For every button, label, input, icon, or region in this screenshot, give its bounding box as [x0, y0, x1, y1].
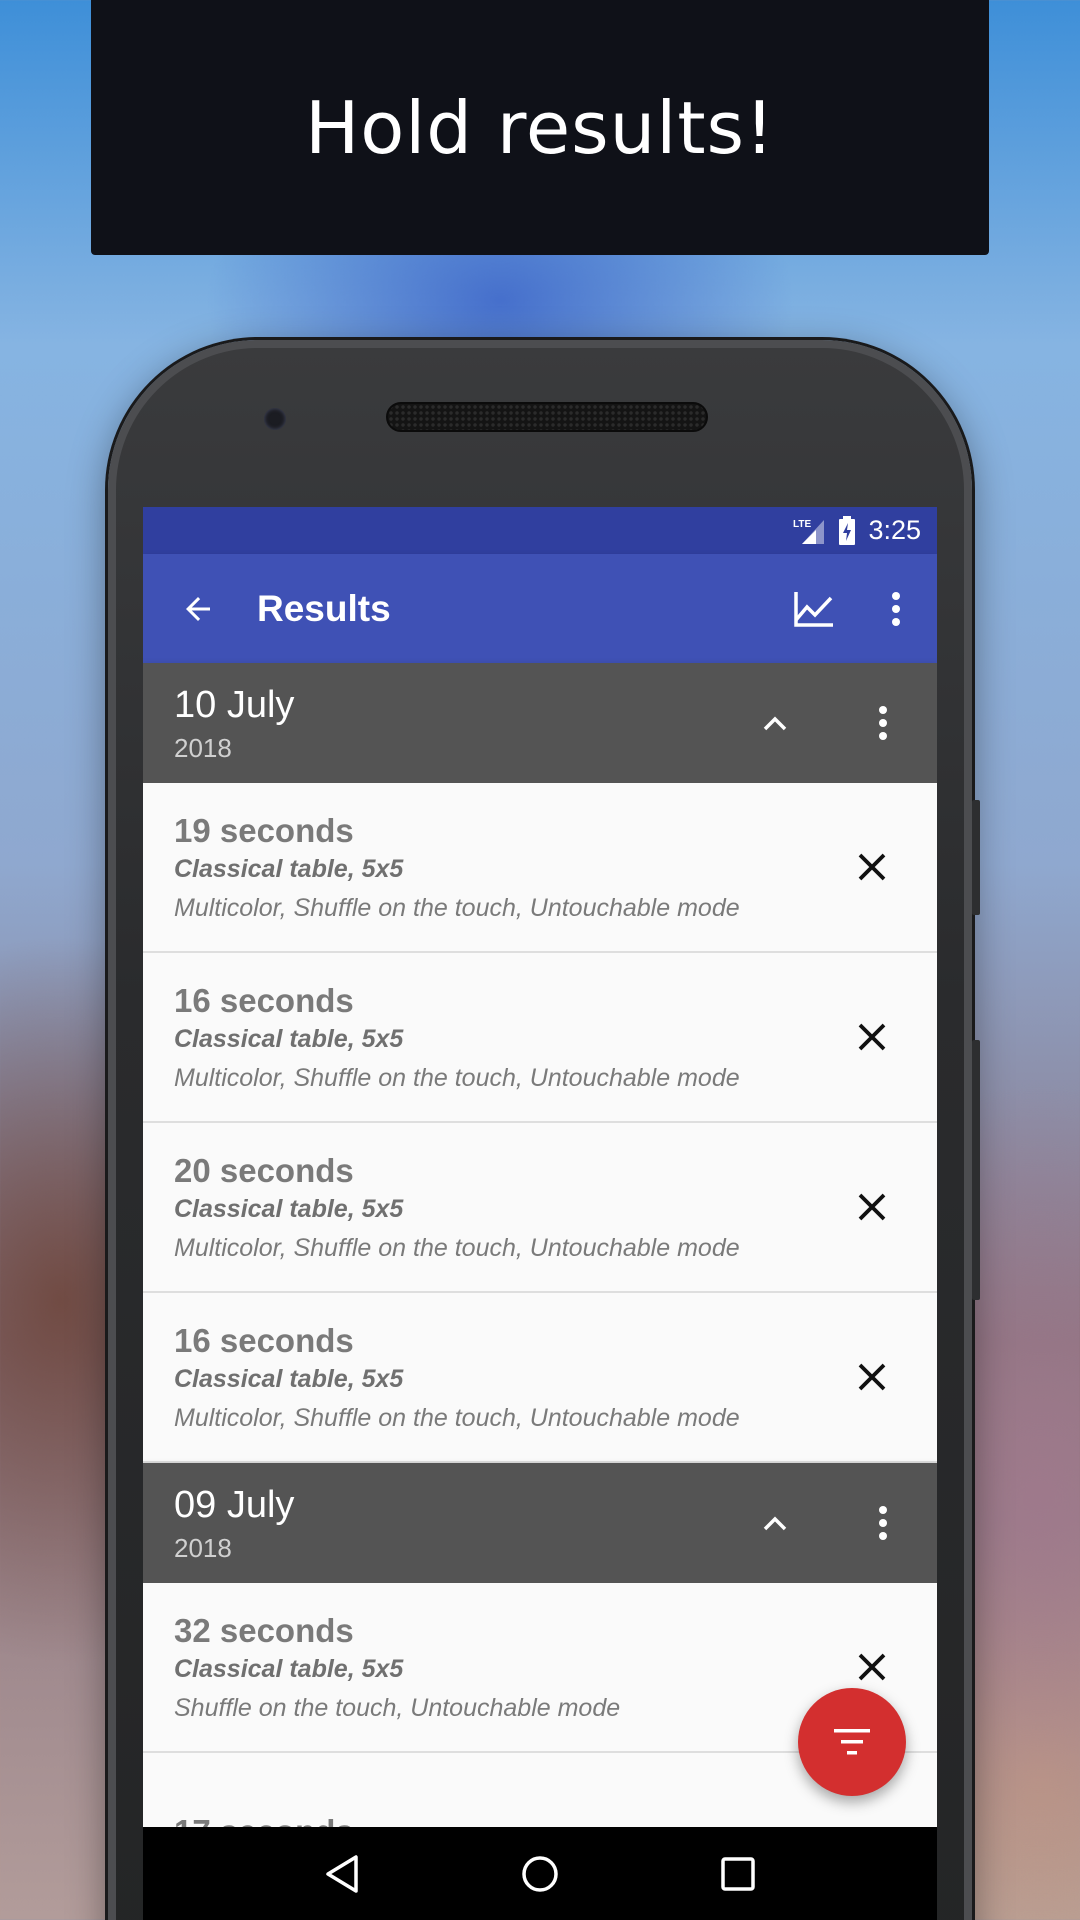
nav-recents-button[interactable] [698, 1834, 778, 1914]
volume-button [972, 800, 980, 915]
result-modes: Multicolor, Shuffle on the touch, Untouc… [174, 894, 740, 922]
delete-result-button[interactable] [807, 1292, 937, 1462]
filter-button[interactable] [798, 1688, 906, 1796]
more-vert-icon [879, 1506, 887, 1540]
more-vert-icon [879, 706, 887, 740]
result-table: Classical table, 5x5 [174, 1025, 404, 1053]
app-bar: Results [143, 554, 937, 663]
chevron-up-icon [763, 1516, 787, 1531]
collapse-button[interactable] [721, 1463, 829, 1583]
banner-title: Hold results! [305, 85, 775, 170]
more-vert-icon [892, 591, 900, 626]
nav-home-button[interactable] [500, 1834, 580, 1914]
result-table: Classical table, 5x5 [174, 1365, 404, 1393]
result-time: 19 seconds [174, 812, 354, 849]
earpiece-speaker [386, 402, 708, 432]
group-year: 2018 [174, 1532, 232, 1563]
chart-button[interactable] [773, 554, 855, 663]
result-time: 16 seconds [174, 1322, 354, 1359]
result-time: 16 seconds [174, 982, 354, 1019]
result-time: 20 seconds [174, 1152, 354, 1189]
svg-text:LTE: LTE [793, 519, 811, 530]
group-day: 09 July [174, 1483, 295, 1526]
nav-home-icon [522, 1855, 558, 1892]
result-table: Classical table, 5x5 [174, 1655, 404, 1683]
delete-result-button[interactable] [807, 782, 937, 952]
status-bar: LTE 3:25 [143, 507, 937, 554]
date-group-header[interactable]: 09 July 2018 [143, 1463, 937, 1583]
result-modes: Multicolor, Shuffle on the touch, Untouc… [174, 1234, 740, 1262]
promo-banner: Hold results! [91, 0, 989, 255]
result-modes: Shuffle on the touch, Untouchable mode [174, 1694, 621, 1722]
result-row[interactable]: 19 seconds Classical table, 5x5 Multicol… [143, 783, 937, 953]
delete-result-button[interactable] [807, 952, 937, 1122]
close-icon [858, 1193, 886, 1221]
date-group-header[interactable]: 10 July 2018 [143, 663, 937, 783]
close-icon [858, 1023, 886, 1051]
result-table: Classical table, 5x5 [174, 855, 404, 883]
battery-charging-icon [838, 515, 856, 546]
nav-back-button[interactable] [302, 1834, 382, 1914]
close-icon [858, 1363, 886, 1391]
result-row[interactable]: 16 seconds Classical table, 5x5 Multicol… [143, 953, 937, 1123]
result-time: 32 seconds [174, 1612, 354, 1649]
system-nav-bar [143, 1827, 937, 1920]
line-chart-icon [794, 591, 833, 627]
group-day: 10 July [174, 683, 295, 726]
filter-icon [834, 1729, 870, 1755]
status-time: 3:25 [868, 515, 921, 545]
overflow-menu-button[interactable] [855, 554, 937, 663]
result-modes: Multicolor, Shuffle on the touch, Untouc… [174, 1064, 740, 1092]
result-row[interactable]: 20 seconds Classical table, 5x5 Multicol… [143, 1123, 937, 1293]
page-title: Results [257, 587, 391, 629]
nav-back-icon [326, 1854, 358, 1893]
nav-recents-icon [721, 1856, 755, 1891]
delete-result-button[interactable] [807, 1122, 937, 1292]
lte-signal-icon: LTE [792, 516, 826, 546]
collapse-button[interactable] [721, 663, 829, 783]
result-modes: Multicolor, Shuffle on the touch, Untouc… [174, 1404, 740, 1432]
result-table: Classical table, 5x5 [174, 1195, 404, 1223]
power-button [972, 1040, 980, 1300]
result-row[interactable]: 16 seconds Classical table, 5x5 Multicol… [143, 1293, 937, 1463]
arrow-back-icon [186, 596, 210, 621]
chevron-up-icon [763, 716, 787, 731]
group-year: 2018 [174, 732, 232, 763]
close-icon [858, 853, 886, 881]
close-icon [858, 1653, 886, 1681]
front-camera [264, 408, 286, 430]
group-menu-button[interactable] [829, 1463, 937, 1583]
phone-screen: LTE 3:25 Results 10 July 2018 19 seconds… [143, 507, 937, 1920]
back-button[interactable] [143, 554, 253, 663]
group-menu-button[interactable] [829, 663, 937, 783]
